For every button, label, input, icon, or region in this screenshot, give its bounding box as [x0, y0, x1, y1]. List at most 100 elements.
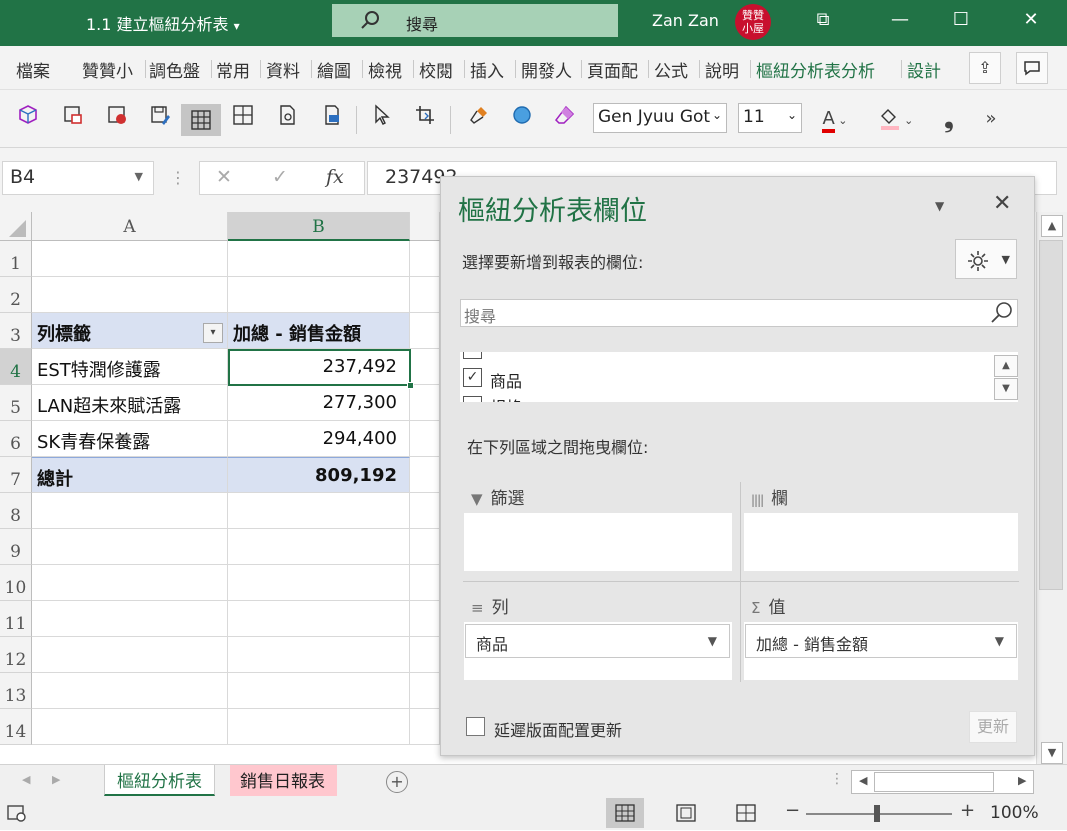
row-header-10[interactable]: 10 [0, 565, 32, 601]
zoom-level[interactable]: 100% [990, 803, 1039, 823]
cell[interactable] [410, 457, 440, 493]
tab-draw[interactable]: 繪圖 [317, 57, 351, 82]
cell[interactable] [32, 529, 228, 565]
normal-view-button[interactable] [606, 798, 644, 828]
hscroll-thumb[interactable] [874, 772, 994, 792]
cell[interactable] [32, 709, 228, 745]
print-preview-button[interactable] [270, 104, 304, 136]
tell-me-search[interactable]: 搜尋 [332, 4, 618, 37]
cell[interactable] [410, 709, 440, 745]
pivot-row-label-header[interactable]: 列標籤 ▾ [32, 313, 228, 349]
maximize-button[interactable]: ☐ [946, 8, 976, 34]
update-button[interactable]: 更新 [969, 711, 1017, 743]
cell[interactable] [32, 601, 228, 637]
pivot-item-value[interactable]: 277,300 [228, 385, 410, 421]
zoom-in-button[interactable]: + [960, 800, 975, 821]
name-box[interactable]: B4 ▼ [2, 161, 154, 195]
row-header-7[interactable]: 7 [0, 457, 32, 493]
all-borders-button[interactable] [181, 104, 221, 136]
cancel-icon[interactable]: ✕ [216, 166, 232, 188]
field-checkbox-spec[interactable] [463, 396, 482, 402]
macro-status-icon[interactable] [6, 803, 28, 827]
print-area-button[interactable] [314, 104, 348, 136]
row-header-1[interactable]: 1 [0, 241, 32, 277]
columns-drop-area[interactable] [744, 513, 1018, 571]
tab-help[interactable]: 說明 [705, 57, 739, 82]
cell[interactable] [410, 637, 440, 673]
defer-update-checkbox[interactable] [466, 717, 485, 736]
pivot-value-header[interactable]: 加總 - 銷售金額 [228, 313, 410, 349]
font-name-select[interactable]: Gen Jyuu Got ⌄ [593, 103, 727, 133]
cell[interactable] [32, 565, 228, 601]
user-name[interactable]: Zan Zan [652, 11, 719, 30]
record-macro-button[interactable] [100, 104, 134, 136]
cell[interactable] [228, 673, 410, 709]
cell[interactable] [228, 493, 410, 529]
row-header-9[interactable]: 9 [0, 529, 32, 565]
cell[interactable] [410, 601, 440, 637]
sheet-prev-icon[interactable]: ◀ [22, 773, 30, 786]
scroll-left-icon[interactable]: ◀ [859, 774, 867, 787]
window-title[interactable]: 1.1 建立樞紐分析表 ▾ [86, 11, 240, 35]
pivot-item-label[interactable]: EST特潤修護露 [32, 349, 228, 385]
row-header-2[interactable]: 2 [0, 277, 32, 313]
cell[interactable] [32, 673, 228, 709]
borders-button[interactable] [226, 104, 260, 136]
row-label-filter-button[interactable]: ▾ [203, 323, 223, 343]
page-layout-view-button[interactable] [667, 798, 705, 828]
page-break-view-button[interactable] [727, 798, 765, 828]
column-header-b[interactable]: B [228, 212, 410, 241]
row-header-6[interactable]: 6 [0, 421, 32, 457]
cell[interactable] [32, 277, 228, 313]
insert-function-icon[interactable]: fx [326, 166, 344, 188]
row-header-12[interactable]: 12 [0, 637, 32, 673]
tab-split-grip[interactable]: ⋮ [830, 771, 844, 787]
field-search-input[interactable]: 搜尋 [460, 299, 1018, 327]
cell[interactable] [32, 241, 228, 277]
cell[interactable] [32, 637, 228, 673]
tab-pivottable-analyze[interactable]: 樞紐分析表分析 [756, 57, 875, 82]
cell[interactable] [228, 601, 410, 637]
sheet-tab-daily-sales[interactable]: 銷售日報表 [230, 765, 337, 796]
crop-button[interactable] [408, 104, 442, 136]
cell[interactable] [228, 565, 410, 601]
scroll-up-icon[interactable]: ▲ [1041, 215, 1063, 237]
format-painter-button[interactable] [462, 104, 496, 136]
close-button[interactable]: ✕ [1016, 8, 1046, 34]
fill-handle[interactable] [407, 382, 414, 389]
cell[interactable] [228, 277, 410, 313]
add-sheet-button[interactable]: + [386, 771, 408, 793]
ribbon-display-options-button[interactable]: ⧉ [808, 8, 838, 34]
cell[interactable] [410, 421, 440, 457]
cell[interactable] [410, 385, 440, 421]
sheet-next-icon[interactable]: ▶ [52, 773, 60, 786]
row-header-5[interactable]: 5 [0, 385, 32, 421]
zoom-out-button[interactable]: − [785, 800, 800, 821]
cell[interactable] [410, 529, 440, 565]
vertical-scrollbar[interactable]: ▲ ▼ [1036, 212, 1067, 764]
tab-page-layout[interactable]: 頁面配 [587, 57, 638, 82]
row-header-3[interactable]: 3 [0, 313, 32, 349]
values-drop-area[interactable]: 加總 - 銷售金額 ▼ [744, 622, 1018, 680]
tab-insert[interactable]: 插入 [470, 57, 504, 82]
field-checkbox-hidden[interactable] [463, 352, 482, 359]
row-header-13[interactable]: 13 [0, 673, 32, 709]
scroll-down-icon[interactable]: ▼ [1041, 742, 1063, 764]
field-list-scroll-down-icon[interactable]: ▼ [994, 378, 1018, 400]
cell[interactable] [410, 673, 440, 709]
tab-zanzan[interactable]: 贊贊小 [82, 57, 133, 82]
pivot-total-label[interactable]: 總計 [32, 457, 228, 493]
pivot-item-value[interactable]: 294,400 [228, 421, 410, 457]
cell[interactable] [410, 277, 440, 313]
pivot-item-label[interactable]: LAN超未來賦活露 [32, 385, 228, 421]
font-size-select[interactable]: 11 ⌄ [738, 103, 802, 133]
tab-design[interactable]: 設計 [907, 57, 941, 82]
pivot-total-value[interactable]: 809,192 [228, 457, 410, 493]
cell[interactable] [410, 349, 440, 385]
select-objects-button[interactable] [364, 104, 398, 136]
pane-options-chevron-icon[interactable]: ▼ [935, 199, 944, 213]
field-list-scroll-up-icon[interactable]: ▲ [994, 355, 1018, 377]
pivot-item-label[interactable]: SK青春保養露 [32, 421, 228, 457]
font-color-button[interactable]: A ⌄ [815, 104, 855, 136]
tab-file[interactable]: 檔案 [16, 57, 50, 82]
